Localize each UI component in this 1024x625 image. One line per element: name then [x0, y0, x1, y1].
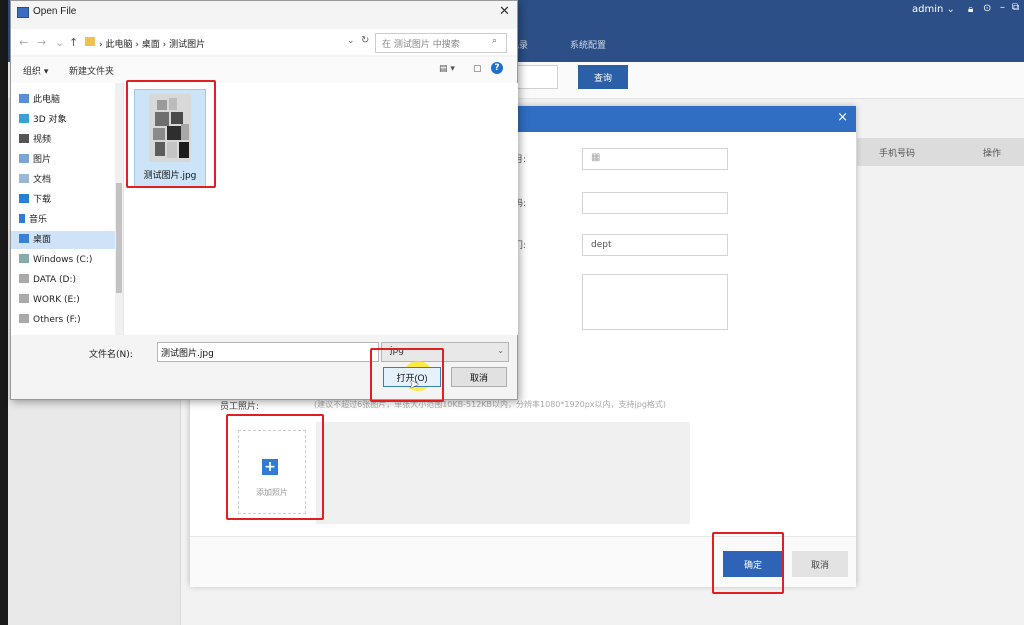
dialog-toolbar: 组织 ▾ 新建文件夹 ▤ ▾ ▢ ? — [11, 57, 517, 84]
annotation-file-box — [126, 80, 216, 188]
dropdown-icon[interactable]: ⌄ — [347, 36, 355, 46]
search-placeholder: 在 测试图片 中搜索 — [382, 40, 460, 50]
left-edge-strip — [0, 0, 8, 625]
remark-textarea[interactable] — [582, 274, 728, 330]
annotation-open-box — [370, 348, 444, 402]
username: admin — [912, 4, 944, 15]
new-folder-button[interactable]: 新建文件夹 — [69, 64, 114, 77]
drive-icon — [19, 294, 29, 303]
nav-item-desktop[interactable]: 桌面 — [19, 231, 51, 249]
view-options-icon[interactable]: ▤ ▾ — [439, 64, 455, 74]
column-phone: 手机号码 — [879, 149, 916, 159]
nav-scrollbar-thumb[interactable] — [116, 183, 122, 293]
dept-input[interactable]: dept — [582, 234, 728, 256]
cancel-button[interactable]: 取消 — [792, 551, 848, 577]
breadcrumb[interactable]: › 此电脑 › 桌面 › 测试图片 — [99, 37, 205, 50]
dialog-cancel-button[interactable]: 取消 — [451, 367, 507, 387]
nav-item-drive-f[interactable]: Others (F:) — [19, 311, 81, 329]
table-header: 手机号码 操作 — [857, 138, 1024, 166]
nav-item-drive-e[interactable]: WORK (E:) — [19, 291, 80, 309]
month-picker[interactable]: ▦ — [582, 148, 728, 170]
lock-icon[interactable]: 🔒︎ — [968, 4, 973, 15]
chevron-down-icon: ⌄ — [497, 346, 504, 355]
download-icon — [19, 194, 29, 203]
forward-icon[interactable]: → — [37, 36, 46, 49]
search-icon: ⌕ — [492, 36, 498, 46]
video-icon — [19, 134, 29, 143]
chevron-down-icon[interactable]: ⌄ — [55, 36, 64, 49]
back-icon[interactable]: ← — [19, 36, 28, 49]
dialog-title: Open File — [33, 6, 77, 17]
3d-objects-icon — [19, 114, 29, 123]
nav-item-drive-d[interactable]: DATA (D:) — [19, 271, 76, 289]
employee-photo-label: 员工照片: — [220, 402, 260, 412]
nav-item-music[interactable]: 音乐 — [19, 211, 47, 229]
annotation-confirm-box — [712, 532, 784, 594]
drive-icon — [19, 274, 29, 283]
nav-scrollbar[interactable] — [115, 83, 123, 335]
query-button[interactable]: 查询 — [578, 65, 628, 89]
music-icon — [19, 214, 25, 223]
photo-list-area — [316, 422, 690, 524]
calendar-icon: ▦ — [591, 152, 601, 163]
address-bar: ← → ⌄ ↑ › 此电脑 › 桌面 › 测试图片 ⌄ ↻ 在 测试图片 中搜索… — [11, 29, 517, 55]
nav-item-videos[interactable]: 视频 — [19, 131, 51, 149]
column-actions: 操作 — [983, 149, 1002, 159]
code-input[interactable] — [582, 192, 728, 214]
dialog-close-icon[interactable]: ✕ — [499, 4, 510, 19]
filename-input[interactable]: 测试图片.jpg — [157, 342, 379, 362]
help-icon[interactable]: ? — [491, 62, 503, 74]
user-menu[interactable]: admin ⌄ — [912, 4, 955, 15]
documents-icon — [19, 174, 29, 183]
nav-tab-system-config[interactable]: 系统配置 — [570, 38, 606, 51]
nav-item-3d-objects[interactable]: 3D 对象 — [19, 111, 67, 129]
up-icon[interactable]: ↑ — [69, 36, 78, 49]
window-icon[interactable]: ⧉ — [1012, 2, 1019, 13]
computer-icon — [19, 94, 29, 103]
annotation-add-photo-box — [226, 414, 324, 520]
nav-item-this-pc[interactable]: 此电脑 — [19, 91, 60, 109]
organize-menu[interactable]: 组织 ▾ — [23, 64, 48, 77]
folder-icon — [85, 37, 95, 46]
desktop-icon — [19, 234, 29, 243]
app-window-icon — [17, 7, 29, 18]
pictures-icon — [19, 154, 29, 163]
filename-label: 文件名(N): — [89, 350, 133, 360]
photo-hint: (建议不超过6张图片，单张大小范围10KB-512KB以内，分辨率1080*19… — [314, 400, 667, 409]
nav-item-drive-c[interactable]: Windows (C:) — [19, 251, 92, 269]
drive-icon — [19, 254, 29, 263]
search-box[interactable]: 在 测试图片 中搜索 ⌕ — [375, 33, 507, 53]
refresh-icon[interactable]: ↻ — [361, 35, 369, 46]
nav-item-pictures[interactable]: 图片 — [19, 151, 51, 169]
nav-item-downloads[interactable]: 下载 — [19, 191, 51, 209]
preview-pane-icon[interactable]: ▢ — [473, 64, 482, 74]
open-file-dialog: Open File ✕ ← → ⌄ ↑ › 此电脑 › 桌面 › 测试图片 ⌄ … — [10, 0, 518, 400]
help-icon[interactable]: ⊙ — [983, 3, 991, 14]
navigation-pane: 此电脑 3D 对象 视频 图片 文档 下载 音乐 桌面 Windows (C:)… — [11, 83, 123, 335]
dept-value: dept — [591, 240, 612, 250]
modal-close-icon[interactable]: × — [837, 110, 848, 125]
nav-item-documents[interactable]: 文档 — [19, 171, 51, 189]
filename-value: 测试图片.jpg — [161, 349, 214, 359]
drive-icon — [19, 314, 29, 323]
minimize-icon[interactable]: – — [1000, 2, 1005, 13]
